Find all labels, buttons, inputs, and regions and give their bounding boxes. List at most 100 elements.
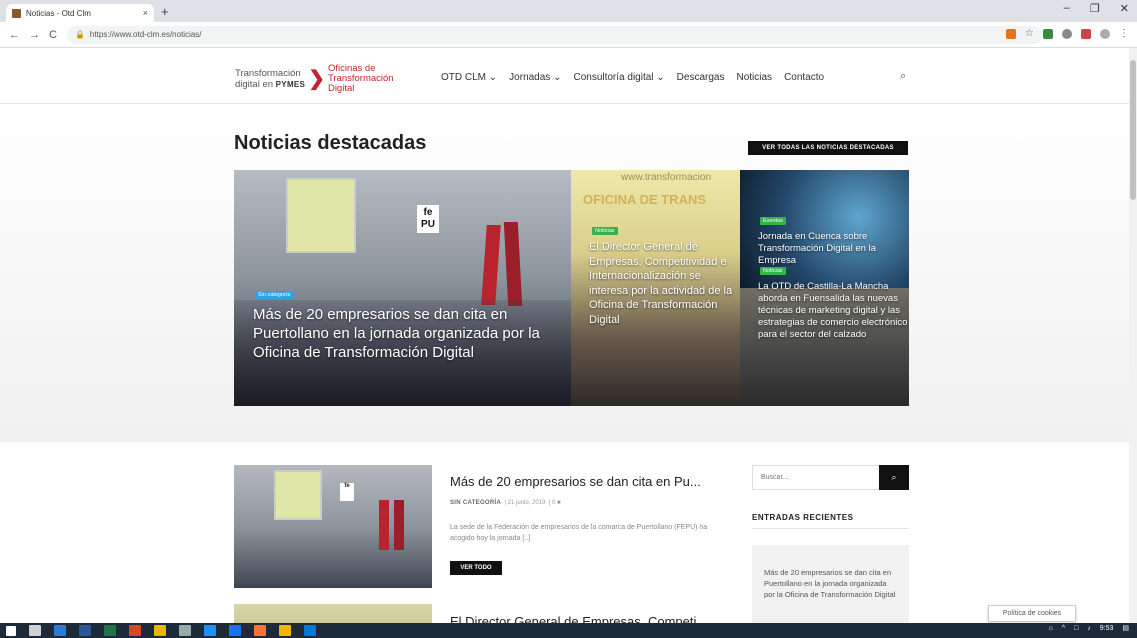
windows-start-icon[interactable]	[6, 625, 16, 636]
ie-icon[interactable]	[229, 625, 241, 636]
featured-card-right: Eventos Jornada en Cuenca sobre Transfor…	[740, 170, 909, 406]
nav-item-descargas[interactable]: Descargas	[677, 72, 725, 83]
bookmark-star-icon[interactable]: ☆	[1025, 28, 1034, 39]
nav-item-otd-clm[interactable]: OTD CLM ⌄	[441, 72, 497, 83]
sidebar-search: ⌕	[752, 465, 909, 490]
divider	[752, 528, 909, 529]
recent-post-link[interactable]: Más de 20 empresarios se dan cita en Pue…	[764, 567, 897, 600]
tab-title: Noticias - Otd Clm	[26, 8, 91, 18]
menu-kebab-icon[interactable]: ⋮	[1119, 28, 1129, 39]
lock-icon: 🔒	[74, 30, 85, 39]
reload-icon[interactable]: C	[49, 29, 57, 41]
maximize-button[interactable]: ❐	[1090, 2, 1100, 15]
url-text: https://www.otd-clm.es/noticias/	[89, 30, 202, 39]
category-badge[interactable]: Sin categoría	[255, 291, 294, 299]
fepu-logo: fe PU	[417, 205, 439, 233]
file-explorer-icon[interactable]	[154, 625, 166, 636]
volume-icon[interactable]: ♪	[1087, 625, 1091, 632]
search-input[interactable]	[752, 465, 879, 490]
flag-decoration	[394, 500, 404, 550]
profile-avatar-icon[interactable]	[1100, 28, 1110, 39]
system-tray: ⌂ ^ □ ♪ 9:53 ▤	[1048, 624, 1129, 633]
featured-title[interactable]: Jornada en Cuenca sobre Transformación D…	[758, 231, 908, 267]
network-icon[interactable]: □	[1074, 625, 1078, 632]
post-thumbnail[interactable]: fe	[234, 465, 432, 588]
chevron-up-icon[interactable]: ^	[1062, 625, 1065, 632]
search-button[interactable]: ⌕	[879, 465, 909, 490]
search-icon[interactable]: ⌕	[900, 70, 906, 83]
category-badge[interactable]: Noticias	[592, 227, 618, 235]
comment-icon: ■	[556, 500, 561, 506]
extension-icon[interactable]	[1006, 28, 1017, 39]
post-meta: SIN CATEGORÍA | 21 junio, 2019 | 0 ■	[450, 500, 561, 506]
search-icon: ⌕	[891, 472, 897, 482]
category-badge[interactable]: Noticias	[760, 267, 786, 275]
post-category[interactable]: SIN CATEGORÍA	[450, 500, 501, 506]
cookie-policy-button[interactable]: Política de cookies	[988, 605, 1076, 622]
app-icon[interactable]	[304, 625, 316, 636]
outlook-icon[interactable]	[54, 625, 66, 636]
back-arrow-icon[interactable]: ←	[9, 29, 20, 41]
address-bar: ← → C 🔒 https://www.otd-clm.es/noticias/…	[0, 22, 1137, 48]
browser-tab-bar: Noticias - Otd Clm × + – ❐ ✕	[0, 0, 1137, 22]
featured-title[interactable]: El Director General de Empresas, Competi…	[589, 240, 739, 327]
projector-screen	[286, 178, 356, 253]
close-tab-icon[interactable]: ×	[143, 8, 148, 18]
flag-decoration	[503, 222, 523, 306]
browser-tab[interactable]: Noticias - Otd Clm ×	[6, 4, 154, 22]
logo-text-left: Transformación digital en PYMES	[235, 68, 306, 90]
nav-item-noticias[interactable]: Noticias	[736, 72, 772, 83]
background-sign-text: OFICINA DE TRANS	[583, 192, 707, 207]
featured-title[interactable]: Más de 20 empresarios se dan cita en Pue…	[253, 305, 571, 362]
extension-icons: ☆ ⋮	[1006, 28, 1129, 39]
close-window-button[interactable]: ✕	[1120, 2, 1129, 15]
powerpoint-icon[interactable]	[129, 625, 141, 636]
minimize-button[interactable]: –	[1064, 2, 1070, 15]
clock[interactable]: 9:53	[1100, 625, 1114, 632]
extension-icon[interactable]	[1062, 28, 1072, 39]
new-tab-button[interactable]: +	[161, 4, 169, 19]
nav-item-consultoria[interactable]: Consultoría digital ⌄	[573, 72, 664, 83]
app-icon[interactable]	[179, 625, 191, 636]
extension-icon[interactable]	[1081, 28, 1091, 39]
post-date: 21 junio, 2019	[507, 500, 546, 506]
excel-icon[interactable]	[104, 625, 116, 636]
site-logo[interactable]: Transformación digital en PYMES ❯ Oficin…	[235, 64, 394, 94]
post-comments-count[interactable]: 0	[552, 500, 555, 506]
nav-item-jornadas[interactable]: Jornadas ⌄	[509, 72, 561, 83]
firefox-icon[interactable]	[254, 625, 266, 636]
logo-chevron-icon: ❯	[308, 68, 325, 90]
forward-arrow-icon[interactable]: →	[29, 29, 40, 41]
site-favicon-icon	[12, 8, 21, 18]
calculator-icon[interactable]	[29, 625, 41, 636]
scrollbar[interactable]	[1129, 48, 1137, 623]
featured-title[interactable]: La OTD de Castilla-La Mancha aborda en F…	[758, 281, 908, 341]
site-header: Transformación digital en PYMES ❯ Oficin…	[0, 48, 1137, 104]
background-url-text: www.transformacion	[621, 172, 712, 183]
main-nav: OTD CLM ⌄ Jornadas ⌄ Consultoría digital…	[441, 72, 824, 83]
people-icon[interactable]: ⌂	[1048, 625, 1052, 632]
notifications-icon[interactable]: ▤	[1122, 624, 1129, 632]
flag-decoration	[481, 225, 501, 305]
featured-card-secondary[interactable]: www.transformacion OFICINA DE TRANS Noti…	[571, 170, 740, 406]
recent-posts-heading: ENTRADAS RECIENTES	[752, 513, 854, 522]
projector-screen	[274, 470, 322, 520]
os-taskbar: ⌂ ^ □ ♪ 9:53 ▤	[0, 623, 1137, 638]
flag-decoration	[379, 500, 389, 550]
word-icon[interactable]	[79, 625, 91, 636]
window-controls: – ❐ ✕	[1064, 2, 1129, 15]
post-title[interactable]: Más de 20 empresarios se dan cita en Pu.…	[450, 474, 701, 489]
nav-item-contacto[interactable]: Contacto	[784, 72, 824, 83]
scrollbar-thumb[interactable]	[1130, 60, 1136, 200]
category-badge[interactable]: Eventos	[760, 217, 786, 225]
url-field[interactable]: 🔒 https://www.otd-clm.es/noticias/	[66, 25, 1042, 44]
chrome-icon[interactable]	[279, 625, 291, 636]
extension-icon[interactable]	[1043, 28, 1053, 39]
fepu-logo: fe	[340, 483, 354, 501]
read-more-button[interactable]: VER TODO	[450, 561, 502, 575]
featured-card-main[interactable]: fe PU Sin categoría Más de 20 empresarios…	[234, 170, 571, 406]
edge-icon[interactable]	[204, 625, 216, 636]
logo-text-right: Oficinas de Transformación Digital	[327, 63, 394, 94]
section-title: Noticias destacadas	[234, 132, 427, 154]
see-all-featured-button[interactable]: VER TODAS LAS NOTICIAS DESTACADAS	[748, 141, 908, 155]
